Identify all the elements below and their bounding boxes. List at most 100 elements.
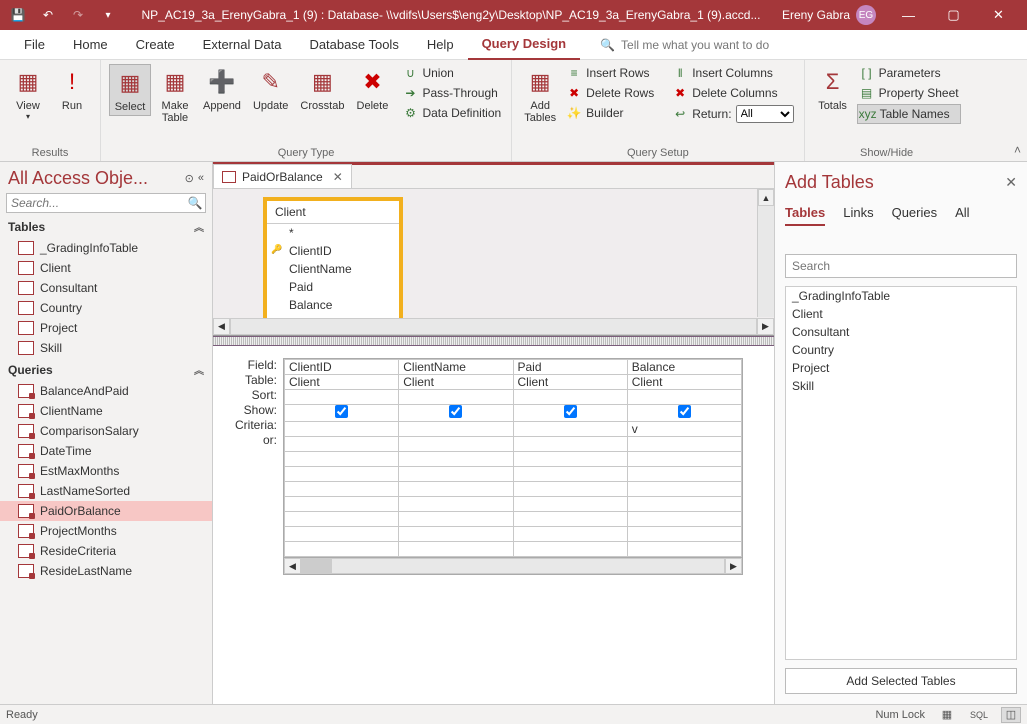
- tab-query-design[interactable]: Query Design: [468, 30, 581, 60]
- collapse-ribbon-icon[interactable]: ˄: [1014, 143, 1021, 157]
- totals-button[interactable]: ΣTotals: [813, 64, 853, 114]
- nav-search-icon[interactable]: 🔍: [185, 194, 205, 212]
- insert-rows-button[interactable]: ≡Insert Rows: [564, 64, 656, 82]
- grid-cell[interactable]: [627, 452, 741, 467]
- grid-cell[interactable]: [627, 482, 741, 497]
- nav-section-tables[interactable]: Tables︽: [0, 215, 212, 238]
- nav-item-query[interactable]: BalanceAndPaid: [0, 381, 212, 401]
- scroll-left-icon[interactable]: ◀: [213, 318, 230, 335]
- table-field[interactable]: ClientID: [267, 242, 399, 260]
- view-button[interactable]: ▦View▾: [8, 64, 48, 123]
- table-field[interactable]: Balance: [267, 296, 399, 314]
- maximize-button[interactable]: ▢: [931, 0, 976, 30]
- parameters-button[interactable]: [ ]Parameters: [857, 64, 961, 82]
- union-button[interactable]: ∪Union: [400, 64, 503, 82]
- undo-icon[interactable]: ↶: [36, 3, 60, 27]
- grid-cell[interactable]: [399, 512, 513, 527]
- scroll-up-icon[interactable]: ▲: [758, 189, 774, 206]
- tab-help[interactable]: Help: [413, 30, 468, 60]
- grid-cell[interactable]: ClientID: [285, 360, 399, 375]
- grid-cell[interactable]: [513, 497, 627, 512]
- add-tables-item[interactable]: _GradingInfoTable: [786, 287, 1016, 305]
- grid-cell[interactable]: [285, 482, 399, 497]
- qat-customize-icon[interactable]: ▾: [96, 3, 120, 27]
- scroll-thumb[interactable]: [302, 559, 332, 573]
- nav-item-query[interactable]: ComparisonSalary: [0, 421, 212, 441]
- horizontal-scrollbar[interactable]: ◀ ▶: [213, 318, 774, 335]
- grid-cell[interactable]: [627, 437, 741, 452]
- grid-cell[interactable]: [627, 390, 741, 405]
- table-names-button[interactable]: xyzTable Names: [857, 104, 961, 124]
- close-tab-icon[interactable]: ✕: [333, 170, 343, 184]
- grid-cell[interactable]: v: [627, 422, 741, 437]
- grid-cell[interactable]: [285, 390, 399, 405]
- table-field[interactable]: Paid: [267, 278, 399, 296]
- table-field[interactable]: *: [267, 224, 399, 242]
- grid-cell[interactable]: [513, 467, 627, 482]
- grid-cell[interactable]: [285, 467, 399, 482]
- grid-cell[interactable]: [399, 467, 513, 482]
- document-tab[interactable]: PaidOrBalance ✕: [213, 164, 352, 188]
- at-tab-links[interactable]: Links: [843, 205, 873, 226]
- show-checkbox[interactable]: [678, 405, 691, 418]
- add-tables-item[interactable]: Client: [786, 305, 1016, 323]
- grid-horizontal-scrollbar[interactable]: ◀ ▶: [284, 557, 742, 574]
- run-button[interactable]: !Run: [52, 64, 92, 114]
- make-table-button[interactable]: ▦Make Table: [155, 64, 195, 126]
- scroll-track[interactable]: [230, 318, 757, 335]
- scroll-right-icon[interactable]: ▶: [757, 318, 774, 335]
- nav-item-table[interactable]: Consultant: [0, 278, 212, 298]
- grid-cell[interactable]: Client: [627, 375, 741, 390]
- grid-cell[interactable]: Client: [285, 375, 399, 390]
- nav-item-query[interactable]: ResideCriteria: [0, 541, 212, 561]
- insert-cols-button[interactable]: ‖Insert Columns: [670, 64, 795, 82]
- grid-cell[interactable]: [285, 422, 399, 437]
- grid-cell[interactable]: [399, 405, 513, 422]
- grid-cell[interactable]: [513, 437, 627, 452]
- datasheet-view-icon[interactable]: ▦: [937, 707, 957, 723]
- at-tab-queries[interactable]: Queries: [892, 205, 938, 226]
- grid-cell[interactable]: [285, 497, 399, 512]
- redo-icon[interactable]: ↷: [66, 3, 90, 27]
- grid-cell[interactable]: [513, 542, 627, 557]
- close-button[interactable]: ✕: [976, 0, 1021, 30]
- scroll-right-icon[interactable]: ▶: [725, 558, 742, 574]
- grid-cell[interactable]: [399, 482, 513, 497]
- nav-item-query[interactable]: ClientName: [0, 401, 212, 421]
- grid-cell[interactable]: [513, 405, 627, 422]
- add-tables-item[interactable]: Skill: [786, 377, 1016, 395]
- show-checkbox[interactable]: [449, 405, 462, 418]
- nav-section-queries[interactable]: Queries︽: [0, 358, 212, 381]
- grid-cell[interactable]: [627, 512, 741, 527]
- update-button[interactable]: ✎Update: [249, 64, 292, 114]
- grid-cell[interactable]: [399, 390, 513, 405]
- grid-cell[interactable]: Client: [399, 375, 513, 390]
- grid-cell[interactable]: [285, 542, 399, 557]
- delete-cols-button[interactable]: ✖Delete Columns: [670, 84, 795, 102]
- tab-external-data[interactable]: External Data: [189, 30, 296, 60]
- minimize-button[interactable]: ―: [886, 0, 931, 30]
- close-pane-icon[interactable]: ✕: [1005, 174, 1017, 191]
- grid-cell[interactable]: ClientName: [399, 360, 513, 375]
- nav-item-query[interactable]: LastNameSorted: [0, 481, 212, 501]
- grid-cell[interactable]: [399, 422, 513, 437]
- grid-cell[interactable]: [627, 467, 741, 482]
- scroll-track[interactable]: [301, 558, 725, 574]
- sql-view-icon[interactable]: SQL: [969, 707, 989, 723]
- grid-cell[interactable]: [285, 437, 399, 452]
- grid-cell[interactable]: Client: [513, 375, 627, 390]
- return-select[interactable]: All: [736, 105, 794, 123]
- grid-cell[interactable]: [513, 422, 627, 437]
- tab-database-tools[interactable]: Database Tools: [295, 30, 412, 60]
- grid-cell[interactable]: [285, 527, 399, 542]
- nav-collapse-icon[interactable]: «: [198, 172, 204, 185]
- nav-item-table[interactable]: Project: [0, 318, 212, 338]
- at-tab-all[interactable]: All: [955, 205, 969, 226]
- crosstab-button[interactable]: ▦Crosstab: [296, 64, 348, 114]
- nav-item-table[interactable]: Client: [0, 258, 212, 278]
- grid-cell[interactable]: [513, 390, 627, 405]
- nav-search-input[interactable]: [7, 194, 185, 212]
- nav-item-query[interactable]: ResideLastName: [0, 561, 212, 581]
- scroll-left-icon[interactable]: ◀: [284, 558, 301, 574]
- grid-cell[interactable]: Balance: [627, 360, 741, 375]
